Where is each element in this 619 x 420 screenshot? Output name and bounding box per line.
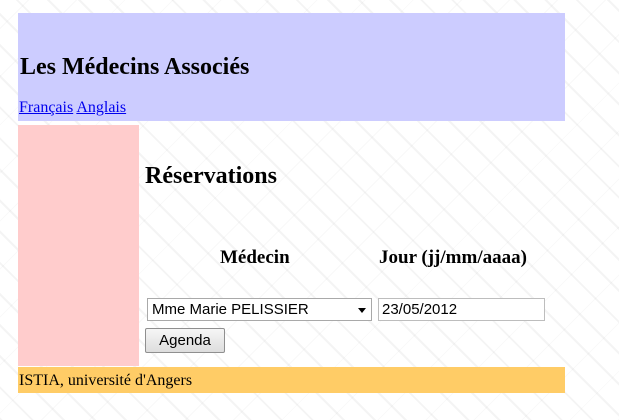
jour-input[interactable]	[378, 298, 545, 321]
main-content: Réservations Médecin Jour (jj/mm/aaaa) M…	[140, 125, 565, 366]
chevron-down-icon	[358, 308, 366, 313]
link-francais[interactable]: Français	[19, 99, 73, 116]
sidebar	[18, 125, 139, 366]
footer-text: ISTIA, université d'Angers	[19, 372, 193, 389]
page-title: Réservations	[145, 163, 277, 189]
header: Les Médecins Associés Français Anglais	[18, 13, 565, 121]
language-links: Français Anglais	[19, 99, 126, 117]
agenda-button[interactable]: Agenda	[145, 328, 225, 353]
page: Les Médecins Associés Français Anglais R…	[0, 0, 619, 420]
medecin-select[interactable]: Mme Marie PELISSIER	[147, 298, 372, 321]
site-title: Les Médecins Associés	[20, 54, 250, 80]
footer: ISTIA, université d'Angers	[18, 367, 565, 393]
column-header-jour: Jour (jj/mm/aaaa)	[379, 247, 527, 268]
link-anglais[interactable]: Anglais	[76, 99, 126, 116]
column-header-medecin: Médecin	[220, 247, 290, 268]
medecin-select-value: Mme Marie PELISSIER	[152, 301, 309, 318]
